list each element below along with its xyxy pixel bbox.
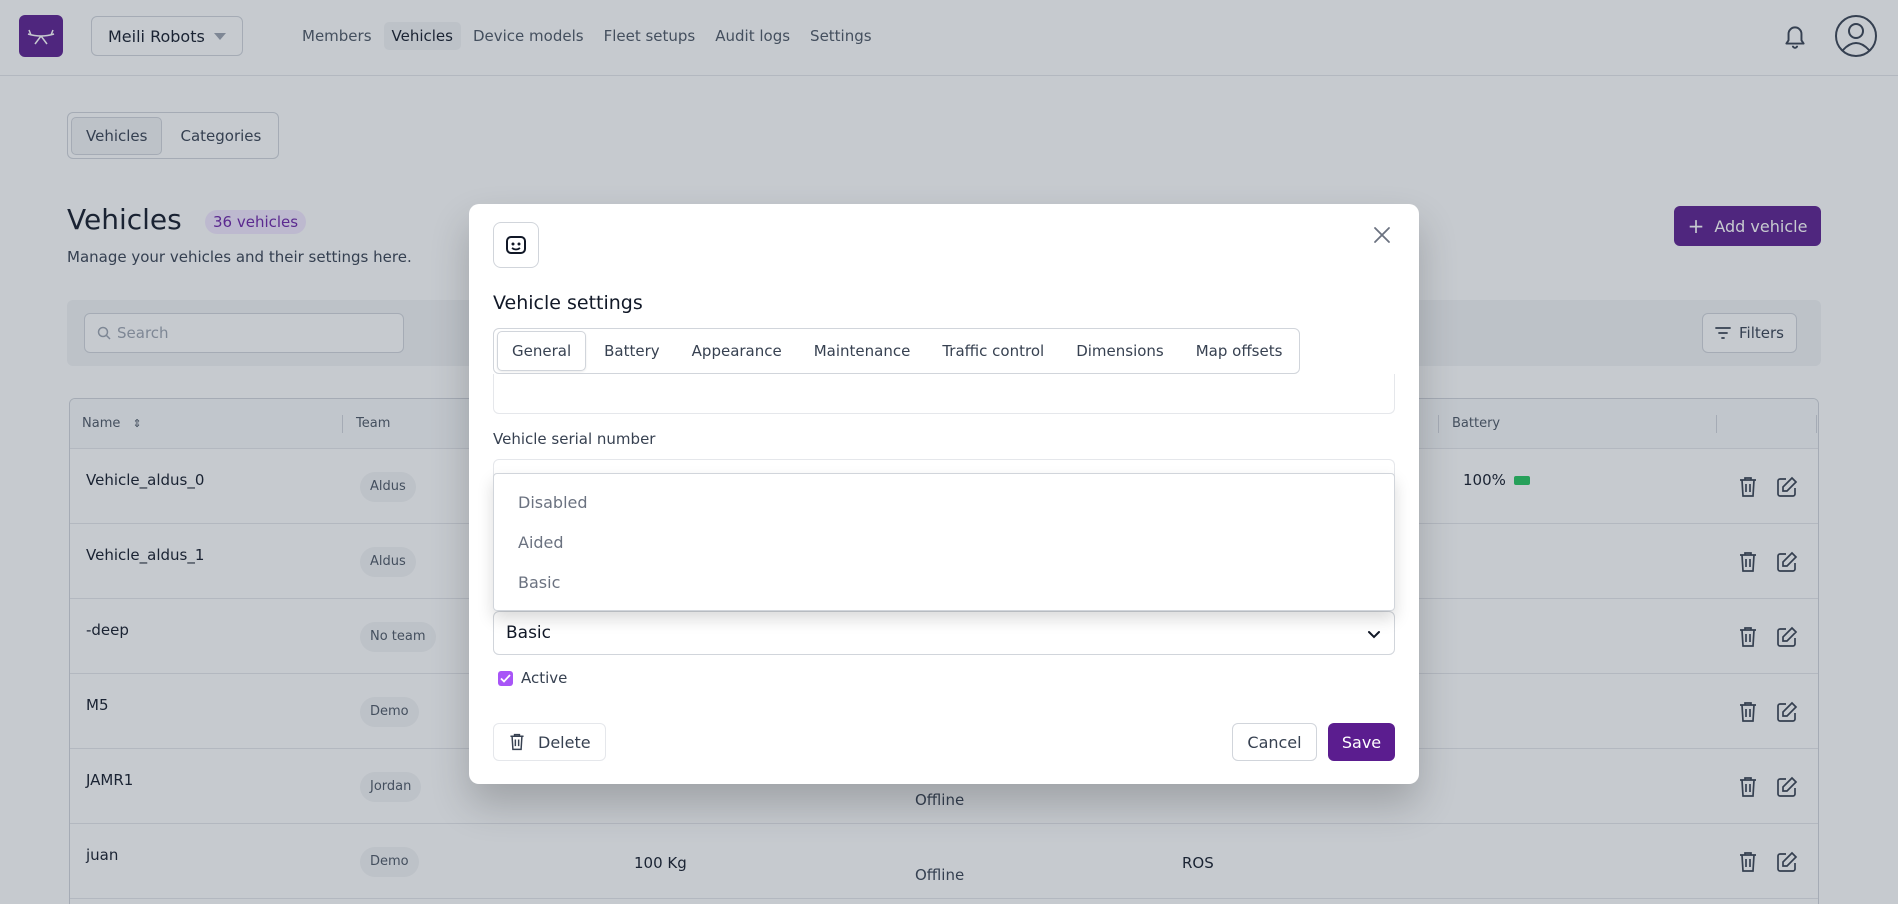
active-label: Active (521, 669, 568, 687)
modal-header-icon (493, 222, 539, 268)
tab-maintenance[interactable]: Maintenance (800, 332, 925, 370)
mode-dropdown-menu: Disabled Aided Basic (493, 473, 1395, 611)
robot-face-icon (506, 236, 526, 254)
settings-tabs: General Battery Appearance Maintenance T… (493, 328, 1301, 374)
dropdown-option-aided[interactable]: Aided (494, 522, 1394, 562)
delete-label: Delete (538, 732, 591, 752)
tab-map-offsets[interactable]: Map offsets (1182, 332, 1297, 370)
trash-icon (510, 733, 524, 751)
mode-select-value: Basic (506, 623, 552, 643)
tab-traffic-control[interactable]: Traffic control (928, 332, 1058, 370)
serial-number-label: Vehicle serial number (493, 430, 656, 448)
active-checkbox-row[interactable]: Active (498, 669, 567, 687)
close-icon[interactable] (1371, 224, 1393, 246)
save-button[interactable]: Save (1328, 723, 1395, 761)
tab-general[interactable]: General (497, 331, 587, 371)
previous-input-field[interactable] (493, 374, 1395, 414)
check-icon (500, 673, 511, 683)
modal-title: Vehicle settings (493, 292, 643, 314)
dropdown-option-basic[interactable]: Basic (494, 562, 1394, 602)
chevron-down-icon (1368, 631, 1380, 639)
tab-dimensions[interactable]: Dimensions (1062, 332, 1178, 370)
delete-button[interactable]: Delete (493, 723, 606, 761)
mode-select[interactable]: Basic (493, 611, 1395, 655)
tab-battery[interactable]: Battery (590, 332, 674, 370)
cancel-button[interactable]: Cancel (1232, 723, 1317, 761)
tab-appearance[interactable]: Appearance (678, 332, 796, 370)
dropdown-option-disabled[interactable]: Disabled (494, 482, 1394, 522)
active-checkbox[interactable] (498, 670, 513, 686)
